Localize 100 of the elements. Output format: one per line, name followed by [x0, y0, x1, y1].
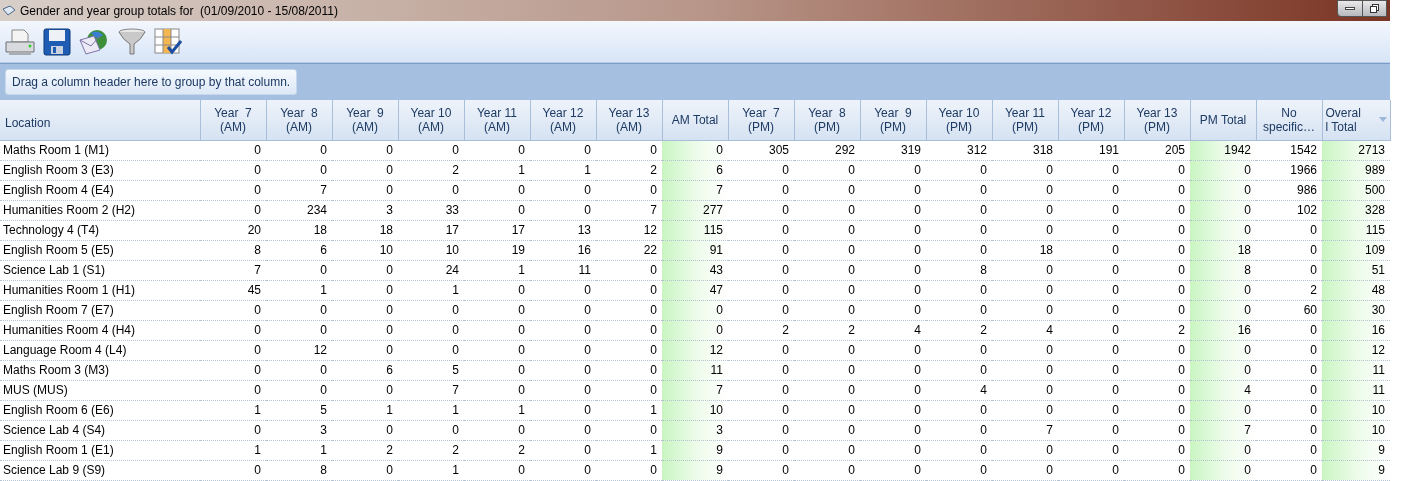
table-cell: 7 [1190, 420, 1256, 440]
table-cell: 0 [200, 200, 266, 220]
table-cell: 0 [266, 140, 332, 160]
column-header[interactable]: Year 7 (AM) [200, 100, 266, 140]
funnel-icon[interactable] [117, 27, 147, 56]
table-cell: 4 [860, 320, 926, 340]
table-cell: 328 [1322, 200, 1390, 220]
table-cell: 0 [992, 280, 1058, 300]
table-cell: 0 [1190, 300, 1256, 320]
table-cell: 318 [992, 140, 1058, 160]
table-cell: 0 [728, 400, 794, 420]
column-header[interactable]: Year 7 (PM) [728, 100, 794, 140]
table-cell: 0 [530, 320, 596, 340]
table-cell: 8 [926, 260, 992, 280]
table-cell: 2713 [1322, 140, 1390, 160]
column-header[interactable]: Year 8 (AM) [266, 100, 332, 140]
column-header[interactable]: Year 8 (PM) [794, 100, 860, 140]
table-cell: 0 [992, 160, 1058, 180]
table-cell: 0 [464, 360, 530, 380]
column-header[interactable]: Year 10 (AM) [398, 100, 464, 140]
column-header[interactable]: Year 10 (PM) [926, 100, 992, 140]
table-cell: 0 [794, 420, 860, 440]
column-header[interactable]: Year 11 (AM) [464, 100, 530, 140]
table-cell: 0 [794, 180, 860, 200]
column-header[interactable]: Year 9 (PM) [860, 100, 926, 140]
table-cell: Language Room 4 (L4) [0, 340, 200, 360]
table-cell: 0 [992, 400, 1058, 420]
column-header[interactable]: Year 12 (PM) [1058, 100, 1124, 140]
column-header[interactable]: Year 13 (PM) [1124, 100, 1190, 140]
table-cell: 0 [860, 420, 926, 440]
table-cell: 1942 [1190, 140, 1256, 160]
table-cell: 0 [794, 400, 860, 420]
table-cell: 0 [794, 440, 860, 460]
table-cell: 0 [926, 160, 992, 180]
table-cell: 0 [398, 320, 464, 340]
table-cell: 10 [1322, 420, 1390, 440]
restore-button[interactable] [1363, 0, 1387, 17]
column-header[interactable]: PM Total [1190, 100, 1256, 140]
column-header[interactable]: No specific… [1256, 100, 1322, 140]
group-panel-hint: Drag a column header here to group by that column. [5, 69, 298, 95]
table-cell: 1 [332, 400, 398, 420]
table-cell: 1 [200, 440, 266, 460]
table-cell: English Room 1 (E1) [0, 440, 200, 460]
column-header[interactable]: Year 12 (AM) [530, 100, 596, 140]
table-cell: 0 [728, 180, 794, 200]
table-cell: 0 [530, 400, 596, 420]
table-cell: 0 [530, 280, 596, 300]
table-cell: 319 [860, 140, 926, 160]
table-cell: 0 [794, 460, 860, 480]
table-cell: 0 [530, 300, 596, 320]
table-cell: Humanities Room 4 (H4) [0, 320, 200, 340]
table-cell: 6 [266, 240, 332, 260]
floppy-disk-icon[interactable] [43, 27, 71, 56]
table-cell: 0 [794, 260, 860, 280]
table-cell: 16 [1190, 320, 1256, 340]
column-header[interactable]: Year 13 (AM) [596, 100, 662, 140]
table-cell: 0 [794, 220, 860, 240]
table-cell: 7 [266, 180, 332, 200]
column-header[interactable]: Year 11 (PM) [992, 100, 1058, 140]
table-cell: 0 [860, 280, 926, 300]
column-header[interactable]: AM Total [662, 100, 728, 140]
table-cell: 0 [860, 200, 926, 220]
table-cell: 1 [530, 160, 596, 180]
table-cell: 0 [728, 220, 794, 240]
table-cell: 0 [794, 300, 860, 320]
table-cell: 19 [464, 240, 530, 260]
table-cell: 0 [1190, 160, 1256, 180]
column-header[interactable]: Location [0, 100, 200, 140]
table-cell: 16 [530, 240, 596, 260]
table-cell: 0 [728, 240, 794, 260]
table-cell: 0 [662, 320, 728, 340]
table-cell: 0 [992, 260, 1058, 280]
table-cell: 0 [464, 200, 530, 220]
table-cell: 18 [992, 240, 1058, 260]
table-cell: 12 [662, 340, 728, 360]
minimize-button[interactable] [1337, 0, 1363, 17]
table-cell: 5 [398, 360, 464, 380]
table-cell: 4 [926, 380, 992, 400]
table-cell: 0 [332, 320, 398, 340]
table-cell: 0 [926, 300, 992, 320]
column-header[interactable]: Overal l Total [1322, 100, 1390, 140]
grid-checkmark-icon[interactable] [154, 27, 182, 56]
table-cell: 18 [1190, 240, 1256, 260]
sort-arrow-icon [1378, 117, 1387, 122]
table-cell: 0 [530, 340, 596, 360]
table-cell: 11 [1322, 380, 1390, 400]
table-cell: 0 [860, 340, 926, 360]
envelope-globe-icon[interactable] [78, 27, 110, 56]
table-cell: 7 [200, 260, 266, 280]
table-cell: 18 [332, 220, 398, 240]
table-cell: 13 [530, 220, 596, 240]
table-cell: 0 [332, 300, 398, 320]
table-cell: 0 [1190, 180, 1256, 200]
printer-icon[interactable] [4, 27, 36, 56]
table-cell: 3 [266, 420, 332, 440]
table-cell: 11 [530, 260, 596, 280]
table-cell: 0 [200, 420, 266, 440]
column-header[interactable]: Year 9 (AM) [332, 100, 398, 140]
table-cell: 0 [332, 140, 398, 160]
table-cell: Science Lab 1 (S1) [0, 260, 200, 280]
